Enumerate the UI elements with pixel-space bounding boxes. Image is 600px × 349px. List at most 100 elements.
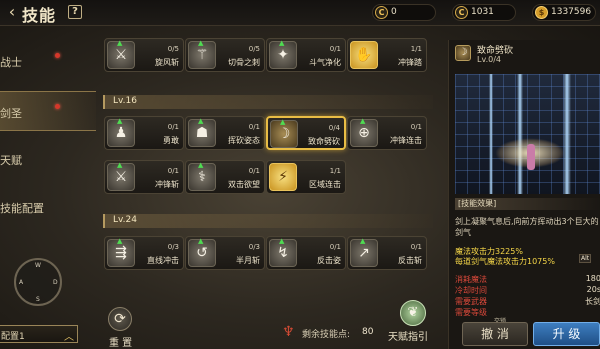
dpad-control[interactable]: W A S D xyxy=(14,258,62,306)
currency-badge-gold: $ 1337596 xyxy=(532,4,596,21)
skill-name: 区域连击 xyxy=(309,180,341,189)
gold-coin-icon: $ xyxy=(535,6,548,19)
reset-button-label[interactable]: 重 置 xyxy=(109,334,132,349)
effect-section-title: [技能效果] xyxy=(455,198,600,210)
sidebar-item-sword-master[interactable]: 剑圣 xyxy=(0,91,96,131)
skill-name: 反击斩 xyxy=(398,256,422,265)
skill-slot[interactable]: ⚕ ▲ 0/1 双击欲望 xyxy=(185,160,265,194)
character-figure xyxy=(527,144,535,170)
currency-value: 1031 xyxy=(471,7,494,17)
skill-slot[interactable]: ⊕ ▲ 0/1 冲锋连击 xyxy=(347,116,427,150)
skill-name: 斗气净化 xyxy=(309,58,341,67)
skill-preview-video xyxy=(455,74,600,194)
dpad-s: S xyxy=(36,296,40,303)
skill-slot[interactable]: ↗ ▲ 0/1 反击斩 xyxy=(347,236,427,270)
skill-name: 双击欲望 xyxy=(228,180,260,189)
skill-slot[interactable]: ⇶ ▲ 0/3 直线冲击 xyxy=(104,236,184,270)
requirement-row: 需要武器 长剑 xyxy=(455,297,600,306)
upgrade-arrow-icon: ▲ xyxy=(280,118,286,126)
level-header: Lv.16 xyxy=(103,95,433,109)
skill-level: 0/5 xyxy=(167,45,179,53)
upgrade-arrow-icon: ▲ xyxy=(279,237,285,245)
upgrade-arrow-icon: ▲ xyxy=(198,237,204,245)
skill-point-icon: ♆ xyxy=(282,324,295,340)
skill-level: 1/1 xyxy=(329,167,341,175)
skill-slot[interactable]: ✦ ▲ 0/1 斗气净化 xyxy=(266,38,346,72)
skill-icon: ⚡ xyxy=(269,163,297,191)
skill-level: 0/1 xyxy=(248,167,260,175)
skill-icon: ✋ xyxy=(350,41,378,69)
config-selector[interactable]: 配置1 ︿ xyxy=(0,325,78,343)
level-label: Lv.24 xyxy=(113,215,137,225)
skill-level: 0/5 xyxy=(248,45,260,53)
skill-points-value: 80 xyxy=(362,327,374,337)
skill-slot[interactable]: ☗ ▲ 0/1 挥砍姿态 xyxy=(185,116,265,150)
upgrade-arrow-icon: ▲ xyxy=(198,161,204,169)
effect-stat-2: 每道剑气魔法攻击力1075% xyxy=(455,257,555,266)
upgrade-arrow-icon: ▲ xyxy=(360,237,366,245)
skill-level: 0/1 xyxy=(167,167,179,175)
top-bar: ‹ 技能 ? C 0 C 1031 $ 1337596 xyxy=(0,0,600,26)
detail-skill-level: Lv.0/4 xyxy=(477,55,501,64)
upgrade-arrow-icon: ▲ xyxy=(279,39,285,47)
upgrade-arrow-icon: ▲ xyxy=(117,237,123,245)
sidebar-item-label: 天赋 xyxy=(0,154,22,167)
skill-tree: ⚔ ▲ 0/5 旋风斩 ⚚ ▲ 0/5 切骨之刺 ✦ ▲ 0/1 斗气净化 ✋ … xyxy=(100,30,440,320)
upgrade-arrow-icon: ▲ xyxy=(117,117,123,125)
skill-level: 0/3 xyxy=(248,243,260,251)
skill-level: 0/3 xyxy=(167,243,179,251)
skill-slot[interactable]: ↯ ▲ 0/1 反击姿 xyxy=(266,236,346,270)
coin-icon: C xyxy=(455,6,468,19)
requirement-row: 冷却时间 20s xyxy=(455,285,600,295)
talent-guide-button[interactable]: ❦ 天赋指引 xyxy=(388,300,438,348)
upgrade-arrow-icon: ▲ xyxy=(198,39,204,47)
skill-name: 冲锋斩 xyxy=(155,180,179,189)
upgrade-arrow-icon: ▲ xyxy=(117,161,123,169)
skill-name: 半月斩 xyxy=(236,256,260,265)
config-label: 配置1 xyxy=(1,332,25,342)
skill-name: 冲锋连击 xyxy=(390,136,422,145)
skill-name: 切骨之刺 xyxy=(228,58,260,67)
skill-level: 0/4 xyxy=(328,124,340,132)
skill-name: 挥砍姿态 xyxy=(228,136,260,145)
help-icon[interactable]: ? xyxy=(68,5,82,19)
sidebar-item-label: 战士 xyxy=(0,56,22,69)
sidebar-item-warrior[interactable]: 战士 xyxy=(0,41,96,81)
dpad-a: A xyxy=(19,279,24,286)
notification-dot xyxy=(55,104,60,109)
dpad-w: W xyxy=(35,262,41,269)
skill-slot[interactable]: ↺ ▲ 0/3 半月斩 xyxy=(185,236,265,270)
upgrade-arrow-icon: ▲ xyxy=(117,39,123,47)
currency-value: 0 xyxy=(391,7,397,17)
guide-emblem-icon: ❦ xyxy=(400,300,426,326)
requirement-row: 需要等级 xyxy=(455,308,487,317)
sidebar-item-skill-config[interactable]: 技能配置 xyxy=(0,187,96,227)
skill-level: 0/1 xyxy=(248,123,260,131)
skill-slot[interactable]: ⚔ ▲ 0/5 旋风斩 xyxy=(104,38,184,72)
requirement-row: 消耗魔法 180 xyxy=(455,274,600,284)
skill-detail-panel: ☽ 致命劈砍 Lv.0/4 [技能效果] 剑上凝聚气息后,向前方挥动出3个巨大的… xyxy=(448,40,600,349)
detail-skill-icon: ☽ xyxy=(455,45,471,61)
skill-name: 勇敢 xyxy=(163,136,179,145)
skill-slot-selected[interactable]: ☽ ▲ 0/4 致命劈砍 xyxy=(266,116,346,150)
currency-badge-1: C 0 xyxy=(372,4,436,21)
skill-name: 旋风斩 xyxy=(155,58,179,67)
alt-key-tag: Alt xyxy=(579,254,592,263)
skill-slot[interactable]: ✋ 1/1 冲锋踏 xyxy=(347,38,427,72)
skill-slot[interactable]: ⚚ ▲ 0/5 切骨之刺 xyxy=(185,38,265,72)
skill-name: 反击姿 xyxy=(317,256,341,265)
skill-name: 致命劈砍 xyxy=(308,137,340,146)
back-arrow-icon[interactable]: ‹ xyxy=(2,2,22,22)
sidebar-item-talent[interactable]: 天赋 xyxy=(0,139,96,179)
cancel-button[interactable]: 撤 消 xyxy=(462,322,528,346)
skill-slot[interactable]: ⚡ 1/1 区域连击 xyxy=(266,160,346,194)
skill-points-display: ♆ 剩余技能点: 80 xyxy=(282,324,382,342)
skill-slot[interactable]: ♟ ▲ 0/1 勇敢 xyxy=(104,116,184,150)
skill-level: 0/1 xyxy=(410,123,422,131)
reset-icon[interactable]: ⟳ xyxy=(108,307,132,331)
upgrade-arrow-icon: ▲ xyxy=(360,117,366,125)
currency-badge-2: C 1031 xyxy=(452,4,516,21)
level-header: Lv.24 xyxy=(103,214,433,228)
skill-slot[interactable]: ⚔ ▲ 0/1 冲锋斩 xyxy=(104,160,184,194)
upgrade-button[interactable]: 升 级 xyxy=(533,322,600,346)
